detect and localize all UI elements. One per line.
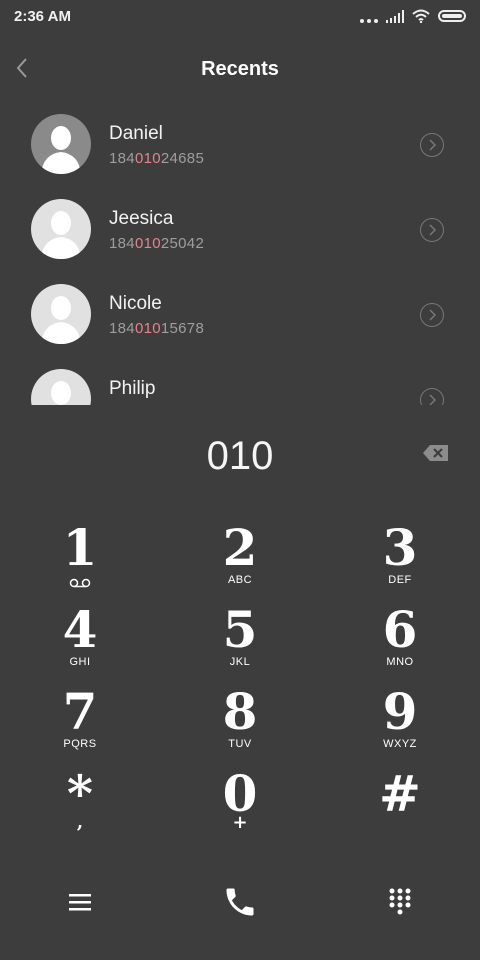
contact-number: 18401015678 [109,320,204,337]
recent-call-item[interactable]: Philip [0,358,480,405]
dialpad-key-digit: 5 [222,600,258,659]
dialpad-key-digit: 8 [222,682,258,741]
status-time: 2:36 AM [14,8,71,25]
bottom-bar [0,872,480,932]
dialpad-icon [389,888,411,915]
contact-name: Nicole [109,293,162,314]
dialpad-key-digit: 3 [382,518,418,577]
number-match-highlight: 010 [134,235,161,252]
chevron-right-circle-icon [429,309,437,321]
dialpad-key[interactable]: 4 GHI [0,602,160,684]
dialpad-toggle-button[interactable] [376,878,424,926]
dialpad-key[interactable]: 2 ABC [160,520,320,602]
number-suffix: 25042 [160,235,205,252]
page-title: Recents [201,58,279,80]
backspace-button[interactable] [422,444,450,462]
number-prefix: 184 [109,235,135,252]
chevron-right-circle-icon [429,139,437,151]
dialpad-key[interactable]: 6 MNO [320,602,480,684]
recent-call-item[interactable]: Jeesica 18401025042 [0,188,480,273]
dialpad-key-letters: + [232,812,248,833]
chevron-right-circle-icon [429,224,437,236]
avatar [31,284,91,344]
dialpad-key-letters: DEF [388,574,412,586]
dialpad-key-letters: ABC [227,574,253,586]
dialpad-key[interactable]: *, [0,766,160,848]
dialpad-key-letters: MNO [386,656,414,668]
person-icon [41,126,81,174]
backspace-icon [423,445,448,461]
phone-icon [226,888,254,916]
voicemail-icon [69,578,91,588]
contact-detail-button[interactable] [420,133,444,157]
dialpad-key-letters: , [76,812,84,833]
contact-detail-button[interactable] [420,388,444,405]
person-icon [51,381,71,405]
dialpad-key[interactable]: 5 JKL [160,602,320,684]
dialpad-key-digit: 1 [62,518,98,577]
dialpad-key[interactable]: 8 TUV [160,684,320,766]
dialpad-key-letters: WXYZ [383,738,417,750]
dialpad-key[interactable]: 9 WXYZ [320,684,480,766]
chevron-right-circle-icon [429,394,437,405]
menu-icon [69,894,91,911]
more-dots-icon [360,9,378,23]
number-suffix: 24685 [160,150,205,167]
dialpad-key-digit: 7 [62,682,98,741]
contact-number: 18401025042 [109,235,204,252]
avatar [31,369,91,405]
signal-icon [386,9,404,23]
dialpad-key-letters: PQRS [63,738,97,750]
battery-icon [438,10,466,22]
number-prefix: 184 [109,150,135,167]
person-icon [41,211,81,259]
dialpad-key-digit: 2 [222,518,258,577]
dialpad-key[interactable]: # [320,766,480,848]
dialpad-key[interactable]: 3 DEF [320,520,480,602]
menu-button[interactable] [56,878,104,926]
dialpad-key-digit: # [379,764,421,823]
dialpad-key-digit: 6 [382,600,418,659]
dial-input-display: 010 [206,434,274,478]
dialpad-key[interactable]: 1 [0,520,160,602]
number-match-highlight: 010 [134,320,161,337]
dialpad-key-digit: 4 [62,600,98,659]
contact-number: 18401024685 [109,150,204,167]
contact-detail-button[interactable] [420,218,444,242]
dialpad-key-letters: JKL [229,656,251,668]
contact-name: Philip [109,378,156,399]
avatar [31,114,91,174]
number-match-highlight: 010 [134,150,161,167]
status-bar: 2:36 AM [0,0,480,34]
recents-list[interactable]: Daniel 18401024685 Jeesica 18401025042 Nicol… [0,103,480,405]
dialpad-key-letters: TUV [228,738,252,750]
dialpad-key-digit: 9 [382,682,418,741]
contact-detail-button[interactable] [420,303,444,327]
number-suffix: 15678 [160,320,205,337]
contact-name: Daniel [109,123,163,144]
dialpad-key-letters: GHI [69,656,91,668]
dialpad-key[interactable]: 7 PQRS [0,684,160,766]
status-icons [360,9,466,23]
contact-name: Jeesica [109,208,174,229]
header: Recents [0,48,480,92]
recent-call-item[interactable]: Daniel 18401024685 [0,103,480,188]
call-button[interactable] [216,878,264,926]
number-prefix: 184 [109,320,135,337]
person-icon [41,296,81,344]
wifi-icon [412,9,430,23]
recent-call-item[interactable]: Nicole 18401015678 [0,273,480,358]
dialpad-key[interactable]: 0 + [160,766,320,848]
avatar [31,199,91,259]
